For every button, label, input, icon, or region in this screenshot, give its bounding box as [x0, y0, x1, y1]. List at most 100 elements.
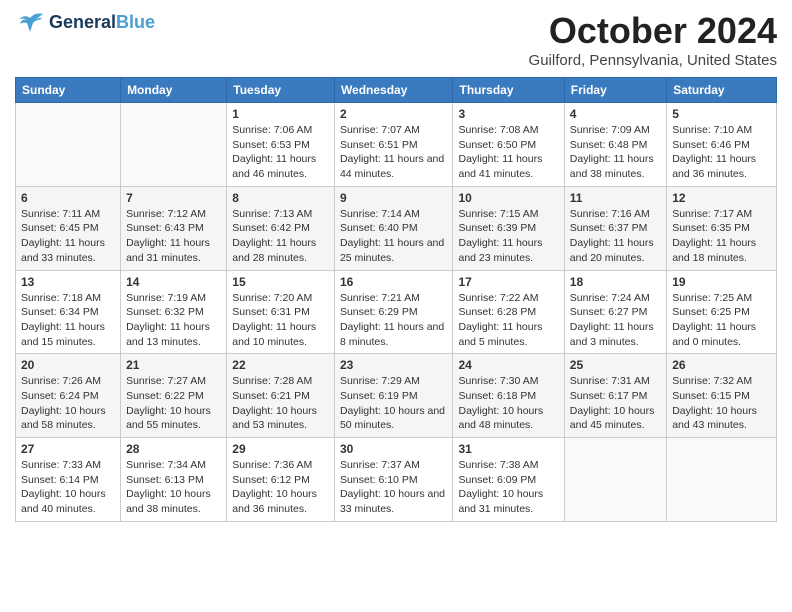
- day-info: Sunrise: 7:37 AMSunset: 6:10 PMDaylight:…: [340, 458, 448, 517]
- day-info: Sunrise: 7:32 AMSunset: 6:15 PMDaylight:…: [672, 374, 771, 433]
- calendar-cell: 30 Sunrise: 7:37 AMSunset: 6:10 PMDayligh…: [334, 438, 453, 522]
- day-info: Sunrise: 7:24 AMSunset: 6:27 PMDaylight:…: [570, 291, 661, 350]
- calendar-header-row: SundayMondayTuesdayWednesdayThursdayFrid…: [16, 78, 777, 103]
- day-number: 28: [126, 442, 221, 456]
- calendar-cell: 20 Sunrise: 7:26 AMSunset: 6:24 PMDayligh…: [16, 354, 121, 438]
- day-number: 14: [126, 275, 221, 289]
- day-info: Sunrise: 7:29 AMSunset: 6:19 PMDaylight:…: [340, 374, 448, 433]
- calendar-week-row: 13Sunrise: 7:18 AMSunset: 6:34 PMDayligh…: [16, 270, 777, 354]
- day-info: Sunrise: 7:33 AMSunset: 6:14 PMDaylight:…: [21, 458, 115, 517]
- calendar-week-row: 27 Sunrise: 7:33 AMSunset: 6:14 PMDayligh…: [16, 438, 777, 522]
- calendar-cell: 2 Sunrise: 7:07 AMSunset: 6:51 PMDaylight…: [334, 103, 453, 187]
- calendar-week-row: 1 Sunrise: 7:06 AMSunset: 6:53 PMDaylight…: [16, 103, 777, 187]
- calendar-week-row: 20 Sunrise: 7:26 AMSunset: 6:24 PMDayligh…: [16, 354, 777, 438]
- calendar-cell: 22 Sunrise: 7:28 AMSunset: 6:21 PMDayligh…: [227, 354, 335, 438]
- day-number: 11: [570, 191, 661, 205]
- calendar-cell: 23Sunrise: 7:29 AMSunset: 6:19 PMDayligh…: [334, 354, 453, 438]
- day-info: Sunrise: 7:21 AMSunset: 6:29 PMDaylight:…: [340, 291, 448, 350]
- day-info: Sunrise: 7:31 AMSunset: 6:17 PMDaylight:…: [570, 374, 661, 433]
- calendar-cell: 31 Sunrise: 7:38 AMSunset: 6:09 PMDayligh…: [453, 438, 564, 522]
- day-number: 31: [458, 442, 558, 456]
- day-number: 5: [672, 107, 771, 121]
- day-info: Sunrise: 7:17 AMSunset: 6:35 PMDaylight:…: [672, 207, 771, 266]
- calendar-cell: 28 Sunrise: 7:34 AMSunset: 6:13 PMDayligh…: [121, 438, 227, 522]
- day-number: 20: [21, 358, 115, 372]
- calendar-cell: 17 Sunrise: 7:22 AMSunset: 6:28 PMDayligh…: [453, 270, 564, 354]
- calendar-cell: 11 Sunrise: 7:16 AMSunset: 6:37 PMDayligh…: [564, 186, 666, 270]
- day-info: Sunrise: 7:11 AMSunset: 6:45 PMDaylight:…: [21, 207, 115, 266]
- calendar-cell: [564, 438, 666, 522]
- day-info: Sunrise: 7:19 AMSunset: 6:32 PMDaylight:…: [126, 291, 221, 350]
- day-info: Sunrise: 7:15 AMSunset: 6:39 PMDaylight:…: [458, 207, 558, 266]
- logo: GeneralBlue: [15, 10, 155, 35]
- day-number: 2: [340, 107, 448, 121]
- calendar-cell: 4 Sunrise: 7:09 AMSunset: 6:48 PMDaylight…: [564, 103, 666, 187]
- day-info: Sunrise: 7:08 AMSunset: 6:50 PMDaylight:…: [458, 123, 558, 182]
- day-info: Sunrise: 7:06 AMSunset: 6:53 PMDaylight:…: [232, 123, 329, 182]
- day-info: Sunrise: 7:13 AMSunset: 6:42 PMDaylight:…: [232, 207, 329, 266]
- day-number: 13: [21, 275, 115, 289]
- day-number: 26: [672, 358, 771, 372]
- day-info: Sunrise: 7:07 AMSunset: 6:51 PMDaylight:…: [340, 123, 448, 182]
- day-info: Sunrise: 7:38 AMSunset: 6:09 PMDaylight:…: [458, 458, 558, 517]
- page-header: GeneralBlue October 2024 Guilford, Penns…: [15, 10, 777, 69]
- day-number: 30: [340, 442, 448, 456]
- calendar-cell: 15Sunrise: 7:20 AMSunset: 6:31 PMDayligh…: [227, 270, 335, 354]
- logo-bird-icon: [15, 10, 45, 35]
- day-number: 25: [570, 358, 661, 372]
- day-number: 27: [21, 442, 115, 456]
- day-info: Sunrise: 7:27 AMSunset: 6:22 PMDaylight:…: [126, 374, 221, 433]
- day-number: 29: [232, 442, 329, 456]
- day-number: 18: [570, 275, 661, 289]
- calendar-cell: 26 Sunrise: 7:32 AMSunset: 6:15 PMDayligh…: [667, 354, 777, 438]
- calendar-cell: [121, 103, 227, 187]
- day-info: Sunrise: 7:30 AMSunset: 6:18 PMDaylight:…: [458, 374, 558, 433]
- day-of-week-header: Sunday: [16, 78, 121, 103]
- calendar-cell: 19Sunrise: 7:25 AMSunset: 6:25 PMDayligh…: [667, 270, 777, 354]
- day-info: Sunrise: 7:16 AMSunset: 6:37 PMDaylight:…: [570, 207, 661, 266]
- calendar-cell: 12Sunrise: 7:17 AMSunset: 6:35 PMDayligh…: [667, 186, 777, 270]
- day-number: 17: [458, 275, 558, 289]
- location-title: Guilford, Pennsylvania, United States: [529, 52, 777, 69]
- day-info: Sunrise: 7:09 AMSunset: 6:48 PMDaylight:…: [570, 123, 661, 182]
- day-number: 3: [458, 107, 558, 121]
- day-info: Sunrise: 7:12 AMSunset: 6:43 PMDaylight:…: [126, 207, 221, 266]
- calendar-cell: 27 Sunrise: 7:33 AMSunset: 6:14 PMDayligh…: [16, 438, 121, 522]
- day-number: 15: [232, 275, 329, 289]
- calendar-table: SundayMondayTuesdayWednesdayThursdayFrid…: [15, 77, 777, 522]
- calendar-cell: 9Sunrise: 7:14 AMSunset: 6:40 PMDaylight…: [334, 186, 453, 270]
- calendar-cell: 29Sunrise: 7:36 AMSunset: 6:12 PMDayligh…: [227, 438, 335, 522]
- calendar-cell: 3 Sunrise: 7:08 AMSunset: 6:50 PMDaylight…: [453, 103, 564, 187]
- calendar-cell: 25 Sunrise: 7:31 AMSunset: 6:17 PMDayligh…: [564, 354, 666, 438]
- day-number: 21: [126, 358, 221, 372]
- day-info: Sunrise: 7:10 AMSunset: 6:46 PMDaylight:…: [672, 123, 771, 182]
- month-title: October 2024: [529, 10, 777, 52]
- day-info: Sunrise: 7:22 AMSunset: 6:28 PMDaylight:…: [458, 291, 558, 350]
- calendar-cell: 21 Sunrise: 7:27 AMSunset: 6:22 PMDayligh…: [121, 354, 227, 438]
- calendar-cell: 18 Sunrise: 7:24 AMSunset: 6:27 PMDayligh…: [564, 270, 666, 354]
- calendar-cell: 8Sunrise: 7:13 AMSunset: 6:42 PMDaylight…: [227, 186, 335, 270]
- title-block: October 2024 Guilford, Pennsylvania, Uni…: [529, 10, 777, 69]
- calendar-cell: 14 Sunrise: 7:19 AMSunset: 6:32 PMDayligh…: [121, 270, 227, 354]
- calendar-cell: 24Sunrise: 7:30 AMSunset: 6:18 PMDayligh…: [453, 354, 564, 438]
- calendar-cell: 10Sunrise: 7:15 AMSunset: 6:39 PMDayligh…: [453, 186, 564, 270]
- day-number: 6: [21, 191, 115, 205]
- calendar-cell: 16 Sunrise: 7:21 AMSunset: 6:29 PMDayligh…: [334, 270, 453, 354]
- calendar-cell: [667, 438, 777, 522]
- logo-text: GeneralBlue: [49, 13, 155, 33]
- calendar-cell: 5 Sunrise: 7:10 AMSunset: 6:46 PMDaylight…: [667, 103, 777, 187]
- calendar-cell: 7 Sunrise: 7:12 AMSunset: 6:43 PMDaylight…: [121, 186, 227, 270]
- day-number: 4: [570, 107, 661, 121]
- day-info: Sunrise: 7:28 AMSunset: 6:21 PMDaylight:…: [232, 374, 329, 433]
- day-number: 7: [126, 191, 221, 205]
- day-of-week-header: Tuesday: [227, 78, 335, 103]
- day-number: 1: [232, 107, 329, 121]
- day-of-week-header: Wednesday: [334, 78, 453, 103]
- day-info: Sunrise: 7:26 AMSunset: 6:24 PMDaylight:…: [21, 374, 115, 433]
- day-number: 16: [340, 275, 448, 289]
- calendar-cell: [16, 103, 121, 187]
- day-number: 22: [232, 358, 329, 372]
- calendar-week-row: 6 Sunrise: 7:11 AMSunset: 6:45 PMDaylight…: [16, 186, 777, 270]
- day-of-week-header: Thursday: [453, 78, 564, 103]
- day-info: Sunrise: 7:34 AMSunset: 6:13 PMDaylight:…: [126, 458, 221, 517]
